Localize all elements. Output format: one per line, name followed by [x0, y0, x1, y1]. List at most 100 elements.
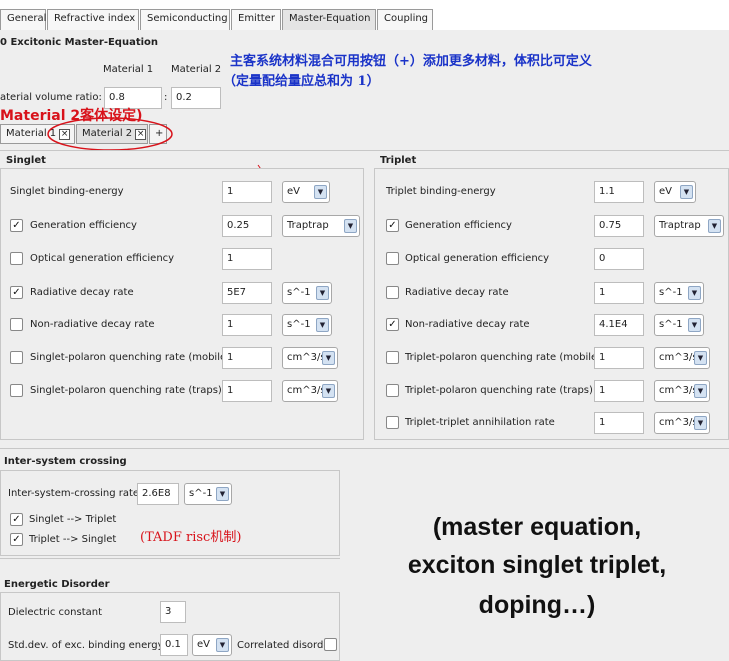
triplet-nonrad-label: Non-radiative decay rate	[405, 319, 530, 330]
unit-label: s^-1	[287, 319, 311, 330]
singlet-title: Singlet	[6, 155, 46, 166]
singlet-optical-checkbox[interactable]	[10, 252, 23, 265]
correlated-disorder-checkbox[interactable]	[324, 638, 337, 651]
triplet-nonrad-input[interactable]: 4.1E4	[594, 314, 644, 336]
material-tabs-highlight	[47, 117, 173, 151]
spq-traps-checkbox[interactable]	[10, 384, 23, 397]
singlet-gen-label: Generation efficiency	[30, 220, 137, 231]
singlet-binding-label: Singlet binding-energy	[10, 186, 124, 197]
triplet-rad-label: Radiative decay rate	[405, 287, 509, 298]
chevron-down-icon: ▼	[216, 638, 229, 652]
triplet-nonrad-checkbox[interactable]: ✓	[386, 318, 399, 331]
chevron-down-icon: ▼	[216, 487, 229, 501]
singlet-nonrad-checkbox[interactable]	[10, 318, 23, 331]
triplet-rad-checkbox[interactable]	[386, 286, 399, 299]
singlet-rad-checkbox[interactable]: ✓	[10, 286, 23, 299]
divider	[0, 558, 340, 559]
dielectric-input[interactable]: 3	[160, 601, 186, 623]
unit-label: cm^3/s	[287, 352, 326, 363]
singlet-binding-unit-select[interactable]: eV ▼	[282, 181, 330, 203]
isc-rate-label: Inter-system-crossing rate	[8, 488, 140, 499]
triplet-optical-input[interactable]: 0	[594, 248, 644, 270]
chevron-down-icon: ▼	[322, 351, 335, 365]
unit-label: cm^3/s	[659, 417, 698, 428]
tta-input[interactable]: 1	[594, 412, 644, 434]
tpq-mobile-input[interactable]: 1	[594, 347, 644, 369]
divider	[0, 150, 729, 151]
annotation-tadf: (TADF risc机制)	[140, 530, 242, 545]
triplet-to-singlet-label: Triplet --> Singlet	[29, 534, 117, 545]
unit-label: eV	[287, 186, 300, 197]
unit-label: s^-1	[659, 319, 683, 330]
spq-traps-unit-select[interactable]: cm^3/s ▼	[282, 380, 338, 402]
triplet-optical-label: Optical generation efficiency	[405, 253, 550, 264]
isc-rate-unit-select[interactable]: s^-1 ▼	[184, 483, 232, 505]
singlet-gen-checkbox[interactable]: ✓	[10, 219, 23, 232]
singlet-binding-input[interactable]: 1	[222, 181, 272, 203]
triplet-rad-unit-select[interactable]: s^-1 ▼	[654, 282, 704, 304]
triplet-gen-checkbox[interactable]: ✓	[386, 219, 399, 232]
triplet-gen-mode-select[interactable]: Traptrap ▼	[654, 215, 724, 237]
chevron-down-icon: ▼	[688, 286, 701, 300]
singlet-gen-mode-select[interactable]: Traptrap ▼	[282, 215, 360, 237]
divider	[0, 448, 729, 449]
chevron-down-icon: ▼	[344, 219, 357, 233]
triplet-optical-checkbox[interactable]	[386, 252, 399, 265]
singlet-rad-label: Radiative decay rate	[30, 287, 134, 298]
unit-label: eV	[197, 639, 210, 650]
unit-label: cm^3/s	[659, 385, 698, 396]
spq-mobile-checkbox[interactable]	[10, 351, 23, 364]
triplet-gen-label: Generation efficiency	[405, 220, 512, 231]
singlet-gen-input[interactable]: 0.25	[222, 215, 272, 237]
unit-label: cm^3/s	[659, 352, 698, 363]
tpq-traps-checkbox[interactable]	[386, 384, 399, 397]
triplet-nonrad-unit-select[interactable]: s^-1 ▼	[654, 314, 704, 336]
chevron-down-icon: ▼	[322, 384, 335, 398]
singlet-nonrad-label: Non-radiative decay rate	[30, 319, 155, 330]
singlet-nonrad-input[interactable]: 1	[222, 314, 272, 336]
tpq-mobile-checkbox[interactable]	[386, 351, 399, 364]
tpq-mobile-unit-select[interactable]: cm^3/s ▼	[654, 347, 710, 369]
unit-label: s^-1	[287, 287, 311, 298]
annotation-big-line-1: (master equation,	[432, 513, 642, 541]
unit-label: cm^3/s	[287, 385, 326, 396]
singlet-optical-input[interactable]: 1	[222, 248, 272, 270]
singlet-to-triplet-checkbox[interactable]: ✓	[10, 513, 23, 526]
chevron-down-icon: ▼	[694, 351, 707, 365]
chevron-down-icon: ▼	[680, 185, 693, 199]
tta-checkbox[interactable]	[386, 416, 399, 429]
spq-mobile-input[interactable]: 1	[222, 347, 272, 369]
spq-mobile-unit-select[interactable]: cm^3/s ▼	[282, 347, 338, 369]
unit-label: s^-1	[659, 287, 683, 298]
singlet-optical-label: Optical generation efficiency	[30, 253, 175, 264]
unit-label: eV	[659, 186, 672, 197]
triplet-to-singlet-checkbox[interactable]: ✓	[10, 533, 23, 546]
chevron-down-icon: ▼	[314, 185, 327, 199]
mode-label: Traptrap	[287, 220, 329, 231]
triplet-binding-label: Triplet binding-energy	[386, 186, 496, 197]
dielectric-label: Dielectric constant	[8, 607, 103, 618]
chevron-down-icon: ▼	[708, 219, 721, 233]
tta-unit-select[interactable]: cm^3/s ▼	[654, 412, 710, 434]
triplet-title: Triplet	[380, 155, 417, 166]
correlated-disorder-label: Correlated disorder	[237, 640, 334, 651]
spq-traps-input[interactable]: 1	[222, 380, 272, 402]
annotation-big-line-3: doping…)	[478, 591, 596, 619]
singlet-nonrad-unit-select[interactable]: s^-1 ▼	[282, 314, 332, 336]
singlet-rad-input[interactable]: 5E7	[222, 282, 272, 304]
singlet-to-triplet-label: Singlet --> Triplet	[29, 514, 117, 525]
tpq-traps-label: Triplet-polaron quenching rate (traps)	[405, 385, 593, 396]
std-dev-input[interactable]: 0.1	[160, 634, 188, 656]
tpq-traps-input[interactable]: 1	[594, 380, 644, 402]
singlet-rad-unit-select[interactable]: s^-1 ▼	[282, 282, 332, 304]
isc-rate-input[interactable]: 2.6E8	[137, 483, 179, 505]
chevron-down-icon: ▼	[688, 318, 701, 332]
triplet-gen-input[interactable]: 0.75	[594, 215, 644, 237]
triplet-binding-unit-select[interactable]: eV ▼	[654, 181, 696, 203]
triplet-binding-input[interactable]: 1.1	[594, 181, 644, 203]
tpq-traps-unit-select[interactable]: cm^3/s ▼	[654, 380, 710, 402]
std-dev-unit-select[interactable]: eV ▼	[192, 634, 232, 656]
chevron-down-icon: ▼	[694, 416, 707, 430]
triplet-rad-input[interactable]: 1	[594, 282, 644, 304]
tta-label: Triplet-triplet annihilation rate	[405, 417, 555, 428]
